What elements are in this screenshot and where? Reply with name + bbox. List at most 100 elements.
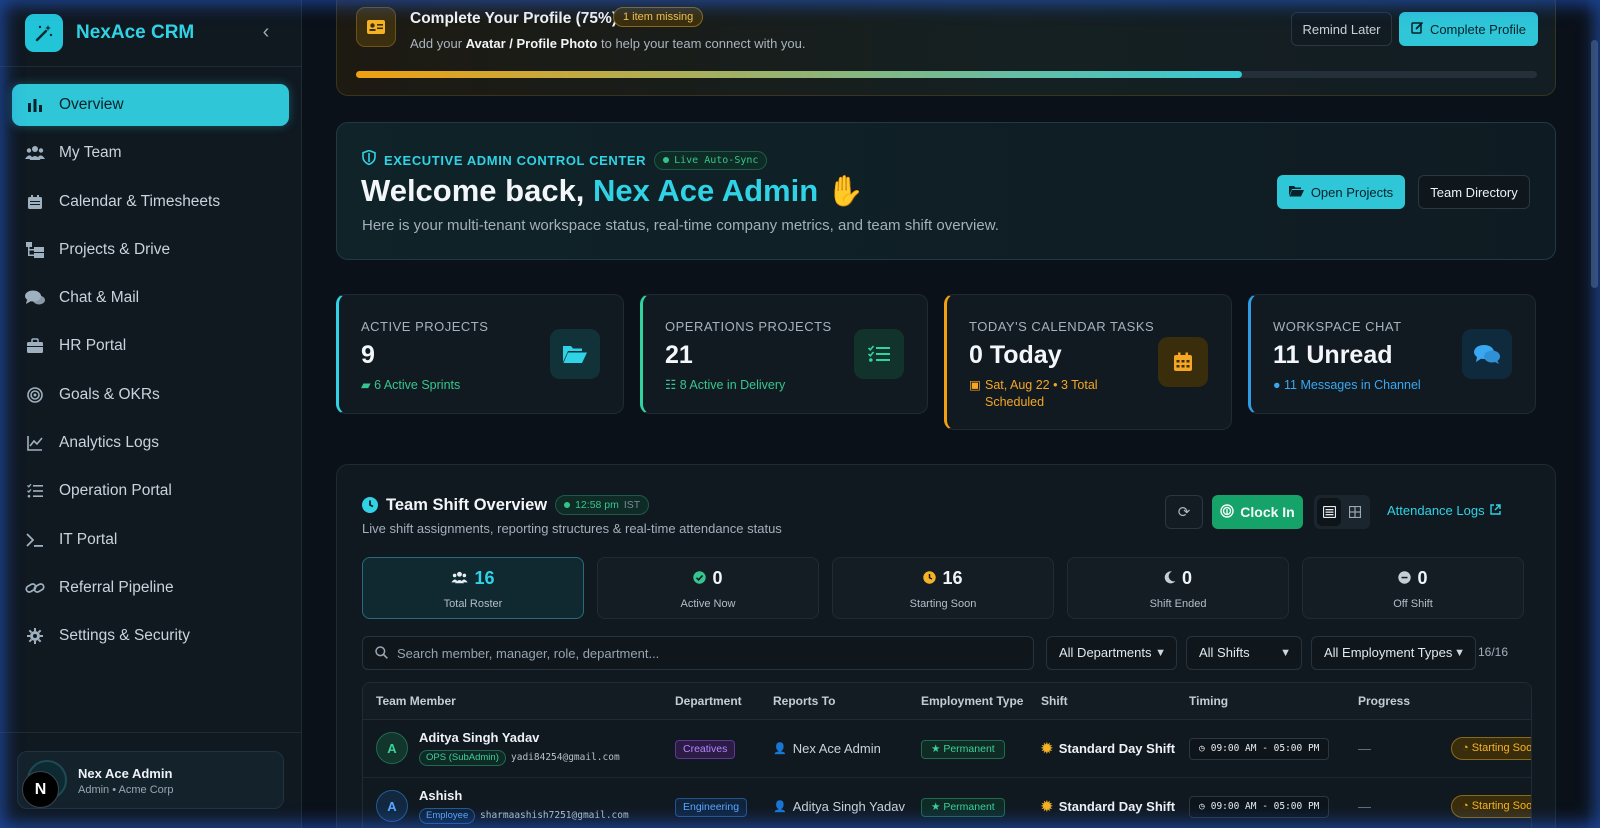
- column-header[interactable]: Employment Type: [921, 694, 1023, 708]
- greeting: Welcome back,: [361, 173, 594, 208]
- counter-label: Off Shift: [1393, 598, 1433, 610]
- current-time-badge: 12:58 pm IST: [555, 495, 650, 515]
- page-scrollbar-thumb[interactable]: [1591, 40, 1598, 288]
- sidebar-item-chat-mail[interactable]: Chat & Mail: [12, 277, 289, 319]
- sidebar-item-goals-okrs[interactable]: Goals & OKRs: [12, 374, 289, 416]
- stat-label: TODAY'S CALENDAR TASKS: [969, 319, 1155, 334]
- live-sync-label: Live Auto-Sync: [674, 154, 759, 166]
- column-header[interactable]: Timing: [1189, 694, 1228, 708]
- status-badge: ◔ Starting Soon: [1451, 795, 1531, 818]
- view-toggle: [1314, 495, 1370, 529]
- users-icon: [451, 568, 469, 589]
- column-header[interactable]: Team Member: [376, 694, 456, 708]
- live-dot: [663, 157, 670, 163]
- counter-active-now[interactable]: 0 Active Now: [597, 557, 819, 619]
- stat-value: 11 Unread: [1273, 341, 1393, 369]
- sidebar-item-calendar-timesheets[interactable]: Calendar & Timesheets: [12, 181, 289, 223]
- team-directory-button[interactable]: Team Directory: [1418, 175, 1530, 209]
- counter-value: 16: [942, 568, 963, 588]
- sidebar-item-label: HR Portal: [59, 337, 127, 355]
- column-header[interactable]: Progress: [1358, 694, 1410, 708]
- sidebar: NexAce CRM ‹ Overview My Team Calendar &…: [0, 0, 302, 828]
- member-avatar: A: [376, 790, 408, 822]
- list-check-icon: ☷: [665, 378, 680, 392]
- clock-icon: ◷: [1199, 801, 1205, 812]
- sidebar-item-operation-portal[interactable]: Operation Portal: [12, 470, 289, 512]
- collapse-sidebar-chevron-left-icon[interactable]: ‹: [256, 20, 276, 44]
- grid-view-icon[interactable]: [1343, 498, 1367, 526]
- open-projects-button[interactable]: Open Projects: [1277, 175, 1405, 209]
- stat-note-text: 11 Messages in Channel: [1284, 378, 1421, 392]
- progress-value: —: [1358, 799, 1371, 814]
- sidebar-item-label: Operation Portal: [59, 482, 172, 500]
- sidebar-item-it-portal[interactable]: IT Portal: [12, 519, 289, 561]
- shift-title-text: Team Shift Overview: [386, 495, 548, 514]
- stat-card-active-projects[interactable]: ACTIVE PROJECTS 9 ▰ 6 Active Sprints: [336, 294, 624, 414]
- search-input[interactable]: [397, 637, 1017, 669]
- clock-in-button[interactable]: Clock In: [1212, 495, 1303, 529]
- stat-card-operations-projects[interactable]: OPERATIONS PROJECTS 21 ☷ 8 Active in Del…: [640, 294, 928, 414]
- sidebar-item-label: My Team: [59, 144, 122, 162]
- clock-icon: [362, 497, 378, 513]
- team-shift-table: Team Member Department Reports To Employ…: [362, 682, 1532, 828]
- stat-card-workspace-chat[interactable]: WORKSPACE CHAT 11 Unread ● 11 Messages i…: [1248, 294, 1536, 414]
- calendar-icon: [25, 192, 45, 212]
- sidebar-item-hr-portal[interactable]: HR Portal: [12, 325, 289, 367]
- profile-progress-bar: [356, 71, 1537, 78]
- profile-progress-fill: [356, 71, 1242, 78]
- clock-icon: [923, 568, 937, 589]
- sidebar-item-analytics-logs[interactable]: Analytics Logs: [12, 422, 289, 464]
- counter-shift-ended[interactable]: 0 Shift Ended: [1067, 557, 1289, 619]
- shift-panel-title: Team Shift Overview 12:58 pm IST: [362, 495, 650, 515]
- column-header[interactable]: Shift: [1041, 694, 1068, 708]
- stat-value: 0 Today: [969, 341, 1062, 369]
- refresh-button[interactable]: ⟳: [1165, 495, 1203, 529]
- user-initial-badge[interactable]: N: [22, 771, 59, 808]
- table-row[interactable]: A Aditya Singh Yadav OPS (SubAdmin) yadi…: [363, 720, 1532, 778]
- status-text: Starting Soon: [1471, 742, 1532, 754]
- user-icon: 👤: [773, 801, 787, 813]
- divider: [0, 66, 302, 67]
- calendar-icon: ▣: [969, 378, 981, 392]
- main-content: Complete Your Profile (75%) 1 item missi…: [302, 0, 1592, 828]
- member-name[interactable]: Ashish: [419, 788, 462, 803]
- remind-later-button[interactable]: Remind Later: [1291, 12, 1392, 46]
- brand[interactable]: NexAce CRM: [25, 14, 194, 52]
- welcome-subtitle: Here is your multi-tenant workspace stat…: [362, 217, 999, 234]
- complete-profile-label: Complete Profile: [1429, 21, 1527, 37]
- live-sync-badge: Live Auto-Sync: [654, 150, 768, 170]
- folder-open-icon: [550, 329, 600, 379]
- member-name[interactable]: Aditya Singh Yadav: [419, 730, 539, 745]
- timing-text: 09:00 AM - 05:00 PM: [1210, 801, 1320, 812]
- user-profile-card[interactable]: Nex Ace Admin Admin • Acme Corp: [17, 751, 284, 809]
- list-view-icon[interactable]: [1317, 498, 1341, 526]
- user-role: Admin • Acme Corp: [78, 784, 174, 796]
- stat-card-calendar-tasks[interactable]: TODAY'S CALENDAR TASKS 0 Today ▣ Sat, Aug…: [944, 294, 1232, 430]
- member-avatar: A: [376, 732, 408, 764]
- hero-tag-text: EXECUTIVE ADMIN CONTROL CENTER: [384, 152, 647, 168]
- sidebar-item-settings-security[interactable]: Settings & Security: [12, 615, 289, 657]
- stat-label: OPERATIONS PROJECTS: [665, 319, 832, 334]
- counter-starting-soon[interactable]: 16 Starting Soon: [832, 557, 1054, 619]
- banner-sub-suffix: to help your team connect with you.: [597, 36, 806, 51]
- shift-filter[interactable]: All Shifts ▼: [1186, 636, 1302, 670]
- line-chart-icon: [25, 433, 45, 453]
- attendance-logs-link[interactable]: Attendance Logs: [1387, 503, 1501, 518]
- sidebar-item-my-team[interactable]: My Team: [12, 132, 289, 174]
- sidebar-item-overview[interactable]: Overview: [12, 84, 289, 126]
- department-filter[interactable]: All Departments ▼: [1046, 636, 1177, 670]
- column-header[interactable]: Reports To: [773, 694, 835, 708]
- complete-profile-button[interactable]: Complete Profile: [1399, 12, 1538, 46]
- sidebar-item-label: Analytics Logs: [59, 434, 159, 452]
- employment-filter[interactable]: All Employment Types ▼: [1311, 636, 1476, 670]
- table-row[interactable]: A Ashish Employee sharmaashish7251@gmail…: [363, 778, 1531, 828]
- sidebar-item-referral-pipeline[interactable]: Referral Pipeline: [12, 567, 289, 609]
- result-count: 16/16: [1478, 645, 1509, 659]
- counter-total-roster[interactable]: 16 Total Roster: [362, 557, 584, 619]
- clock-icon: ◷: [1199, 743, 1205, 754]
- column-header[interactable]: Department: [675, 694, 742, 708]
- shift-name-text: Standard Day Shift: [1058, 741, 1176, 756]
- counter-off-shift[interactable]: 0 Off Shift: [1302, 557, 1524, 619]
- current-time: 12:58 pm: [575, 499, 619, 511]
- sidebar-item-projects-drive[interactable]: Projects & Drive: [12, 229, 289, 271]
